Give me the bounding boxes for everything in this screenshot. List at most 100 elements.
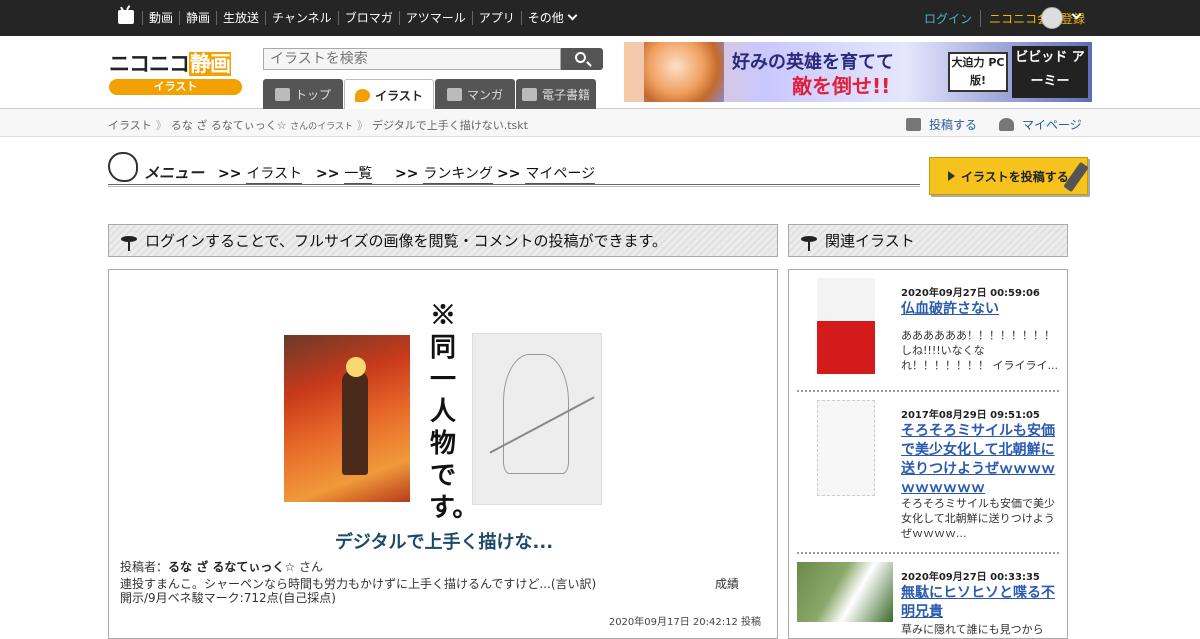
palette-icon [108, 152, 138, 182]
illust-image[interactable]: ※同一人物です。 [284, 295, 604, 523]
global-nav: 動画 静画 生放送 チャンネル ブロマガ アツマール アプリ その他 [142, 0, 582, 36]
mypage-link-label: マイページ [1022, 118, 1082, 132]
logo-main: ニコニコ [109, 52, 190, 76]
sprout-icon [799, 234, 819, 251]
art-caption: ※同一人物です。 [429, 301, 479, 523]
breadcrumb-sep: 》 [356, 119, 368, 132]
post-link[interactable]: 投稿する [906, 116, 977, 133]
niconico-tv-icon[interactable] [118, 10, 134, 24]
search-icon [575, 52, 586, 63]
nav-blomaga[interactable]: ブロマガ [337, 11, 399, 25]
digital-drawing [284, 335, 410, 502]
home-icon [274, 87, 290, 101]
nav-channel[interactable]: チャンネル [265, 11, 338, 25]
tab-manga-label: マンガ [466, 87, 503, 102]
chevron-down-icon [567, 10, 578, 21]
nav-video[interactable]: 動画 [142, 11, 179, 25]
related-thumbnail[interactable] [817, 400, 875, 496]
poster-label: 投稿者： [120, 560, 169, 574]
breadcrumb-trail: イラスト》るな ざ るなてぃっく☆ さんのイラスト》デジタルで上手く描けない.t… [108, 117, 528, 133]
breadcrumb-root[interactable]: イラスト [108, 119, 152, 132]
menu-item-list[interactable]: >> 一覧 [316, 163, 373, 185]
post-link-label: 投稿する [929, 118, 978, 132]
related-thumbnail[interactable] [797, 562, 893, 622]
menu-item-list-label: 一覧 [344, 166, 373, 185]
illust-detail: ※同一人物です。 デジタルで上手く描けな... 投稿者：るな ざ るなてぃっく☆… [108, 269, 778, 639]
register-link[interactable]: ニコニコ会員登録 [979, 9, 1085, 27]
arrow-right-icon [948, 171, 955, 181]
menu-item-illust-label: イラスト [246, 166, 303, 185]
breadcrumb: イラスト》るな ざ るなてぃっく☆ さんのイラスト》デジタルで上手く描けない.t… [0, 109, 1200, 137]
related-heading: 関連イラスト [788, 224, 1068, 257]
related-thumbnail[interactable] [817, 278, 875, 374]
banner-badge: 大迫力 PC版! [948, 52, 1008, 92]
mypage-link[interactable]: マイページ [999, 116, 1082, 133]
breadcrumb-author-suffix: さんのイラスト [290, 122, 353, 132]
poster-info: 投稿者：るな ざ るなてぃっく☆ さん [120, 558, 323, 575]
list-item[interactable]: 2020年09月27日 00:59:06 仏血破許さない ああああああ！！！！！… [797, 278, 1059, 388]
tab-illust-label: イラスト [375, 88, 423, 103]
upload-icon [906, 118, 921, 131]
breadcrumb-current: デジタルで上手く描けない.tskt [371, 119, 528, 132]
related-title[interactable]: そろそろミサイルも安価で美少女化して北朝鮮に送りつけようぜｗｗｗｗｗｗｗｗｗｗ [901, 422, 1059, 498]
seiga-logo[interactable]: ニコニコ静画 イラスト [109, 48, 242, 96]
palette-icon [355, 88, 371, 102]
banner-line2: 敵を倒せ!! [792, 74, 891, 98]
login-link[interactable]: ログイン [924, 10, 972, 27]
login-notice: ログインすることで、フルサイズの画像を閲覧・コメントの投稿ができます。 [108, 224, 778, 257]
avatar[interactable] [1041, 7, 1063, 29]
divider [797, 552, 1059, 554]
person-icon [999, 118, 1014, 131]
related-date: 2020年09月27日 00:59:06 [901, 288, 1040, 299]
ad-banner[interactable]: 好みの英雄を育てて 敵を倒せ!! 大迫力 PC版! ビビッド アーミー [624, 42, 1092, 102]
related-date: 2017年08月29日 09:51:05 [901, 410, 1040, 421]
related-title[interactable]: 仏血破許さない [901, 300, 1059, 319]
tab-top-label: トップ [294, 87, 331, 102]
book-icon [521, 87, 537, 101]
nav-atsumaru[interactable]: アツマール [398, 11, 472, 25]
related-illust-list: 2020年09月27日 00:59:06 仏血破許さない ああああああ！！！！！… [788, 269, 1068, 639]
nav-seiga[interactable]: 静画 [179, 11, 216, 25]
figure-body [342, 371, 368, 475]
poster-name[interactable]: るな ざ るなてぃっく☆ [168, 560, 295, 574]
tab-illust[interactable]: イラスト [344, 79, 434, 110]
breadcrumb-author[interactable]: るな ざ るなてぃっく☆ [171, 119, 287, 132]
description-line1: 連投すまんこ。シャーペンなら時間も労力もかけずに上手く描けるんですけど...(言… [120, 577, 597, 591]
tab-top[interactable]: トップ [263, 79, 343, 109]
pencil-sketch [472, 333, 602, 505]
menu-title: メニュー [144, 164, 205, 182]
illust-description: 連投すまんこ。シャーペンなら時間も労力もかけずに上手く描けるんですけど...(言… [120, 577, 760, 605]
list-item[interactable]: 2020年09月27日 00:33:35 無駄にヒソヒソと喋る不明兄貴 草みに隠… [797, 562, 1059, 638]
menu-item-mypage[interactable]: >> マイページ [497, 163, 596, 185]
nav-app[interactable]: アプリ [471, 11, 521, 25]
search-button[interactable] [561, 48, 603, 70]
banner-character-image [644, 42, 724, 102]
tab-ebook[interactable]: 電子書籍 [516, 79, 596, 109]
tab-ebook-label: 電子書籍 [541, 87, 590, 102]
sprout-icon [119, 234, 139, 251]
menu-item-ranking-label: ランキング [423, 166, 493, 185]
list-item[interactable]: 2017年08月29日 09:51:05 そろそろミサイルも安価で美少女化して北… [797, 400, 1059, 550]
post-illust-button[interactable]: イラストを投稿する [929, 157, 1089, 195]
logo-highlight: 静画 [189, 52, 231, 76]
menu-item-ranking[interactable]: >> ランキング [395, 163, 493, 185]
description-line1-tail: 成績 [715, 577, 740, 591]
related-title[interactable]: 無駄にヒソヒソと喋る不明兄貴 [901, 584, 1059, 622]
nav-more[interactable]: その他 [520, 10, 582, 25]
global-nav-bar: 動画 静画 生放送 チャンネル ブロマガ アツマール アプリ その他 ログイン … [0, 0, 1200, 36]
banner-brand: ビビッド アーミー [1012, 46, 1088, 98]
post-date: 2020年09月17日 20:42:12 投稿 [608, 617, 761, 628]
tab-manga[interactable]: マンガ [435, 79, 515, 109]
description-line2: 開示/9月ベネ駿マーク:712点(自己採点) [120, 591, 336, 605]
illust-title: デジタルで上手く描けな... [334, 532, 554, 553]
menu-item-mypage-label: マイページ [525, 166, 596, 185]
figure-head [346, 357, 366, 377]
category-tabs: トップ イラスト マンガ 電子書籍 [263, 79, 597, 110]
menu-item-illust[interactable]: >> イラスト [218, 163, 303, 185]
login-notice-text: ログインすることで、フルサイズの画像を閲覧・コメントの投稿ができます。 [145, 232, 668, 250]
nav-live[interactable]: 生放送 [216, 11, 265, 25]
search-input[interactable] [263, 48, 561, 70]
divider [797, 390, 1059, 392]
related-date: 2020年09月27日 00:33:35 [901, 572, 1040, 583]
related-desc: ああああああ！！！！！！！！しね!!!!いなくなれ！！！！！！！ イライライ..… [901, 329, 1058, 372]
